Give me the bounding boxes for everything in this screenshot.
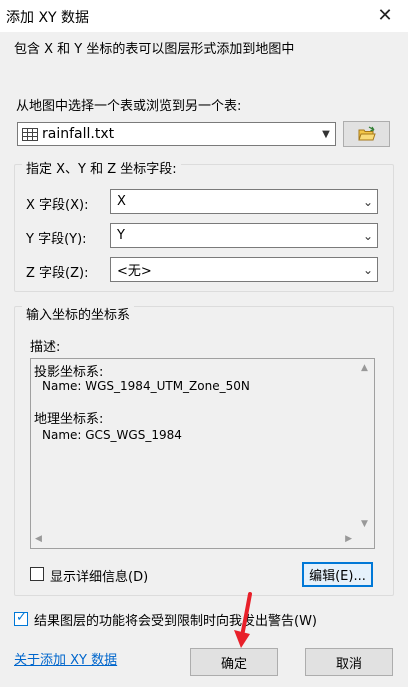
z-field-label: Z 字段(Z): [26, 266, 89, 281]
z-field-select[interactable]: <无> ⌄ [110, 257, 378, 282]
ok-button[interactable]: 确定 [190, 648, 278, 676]
close-icon[interactable]: ✕ [370, 3, 400, 29]
checkmark-icon: ✓ [16, 610, 27, 625]
description-label: 描述: [30, 340, 61, 355]
chevron-down-icon[interactable]: ▼ [317, 129, 335, 140]
y-field-select[interactable]: Y ⌄ [110, 223, 378, 248]
open-folder-icon [357, 126, 376, 141]
chevron-down-icon[interactable]: ⌄ [359, 195, 377, 209]
x-field-label: X 字段(X): [26, 198, 89, 213]
window-title: 添加 XY 数据 [6, 10, 90, 26]
y-field-label: Y 字段(Y): [26, 232, 87, 247]
show-details-label: 显示详细信息(D) [50, 570, 149, 585]
red-arrow-annotation [234, 592, 252, 648]
scroll-up-icon[interactable]: ▲ [361, 363, 368, 373]
coordinate-system-title: 输入坐标的坐标系 [22, 304, 135, 323]
scroll-left-icon[interactable]: ◀ [35, 534, 42, 544]
geographic-cs-label: 地理坐标系: [34, 412, 104, 427]
show-details-checkbox[interactable] [30, 567, 44, 581]
about-link[interactable]: 关于添加 XY 数据 [14, 649, 117, 668]
geographic-cs-name: Name: GCS_WGS_1984 [42, 428, 182, 442]
horizontal-scrollbar[interactable]: ◀ ▶ [31, 531, 356, 548]
table-select-label: 从地图中选择一个表或浏览到另一个表: [16, 99, 242, 114]
chevron-down-icon[interactable]: ⌄ [359, 263, 377, 277]
chevron-down-icon[interactable]: ⌄ [359, 229, 377, 243]
cancel-button[interactable]: 取消 [305, 648, 393, 676]
projected-cs-name: Name: WGS_1984_UTM_Zone_50N [42, 379, 250, 393]
cancel-button-label: 取消 [335, 656, 362, 672]
vertical-scrollbar[interactable]: ▲ ▼ [356, 359, 374, 531]
scroll-right-icon[interactable]: ▶ [345, 534, 352, 544]
edit-button-label: 编辑(E)... [309, 569, 366, 584]
y-field-value: Y [117, 228, 125, 243]
z-field-value: <无> [117, 264, 152, 279]
warning-checkbox-label: 结果图层的功能将会受到限制时向我发出警告(W) [34, 614, 317, 629]
table-combo[interactable]: rainfall.txt ▼ [17, 122, 336, 146]
table-icon [22, 127, 38, 141]
edit-button[interactable]: 编辑(E)... [302, 562, 373, 587]
table-combo-value: rainfall.txt [42, 126, 115, 142]
x-field-select[interactable]: X ⌄ [110, 189, 378, 214]
ok-button-label: 确定 [220, 656, 247, 672]
scroll-down-icon[interactable]: ▼ [361, 519, 368, 529]
x-field-value: X [117, 194, 126, 209]
dialog-description: 包含 X 和 Y 坐标的表可以图层形式添加到地图中 [14, 42, 295, 57]
browse-button[interactable] [343, 121, 390, 147]
projected-cs-label: 投影坐标系: [34, 365, 104, 380]
coordinate-fields-title: 指定 X、Y 和 Z 坐标字段: [22, 158, 181, 177]
